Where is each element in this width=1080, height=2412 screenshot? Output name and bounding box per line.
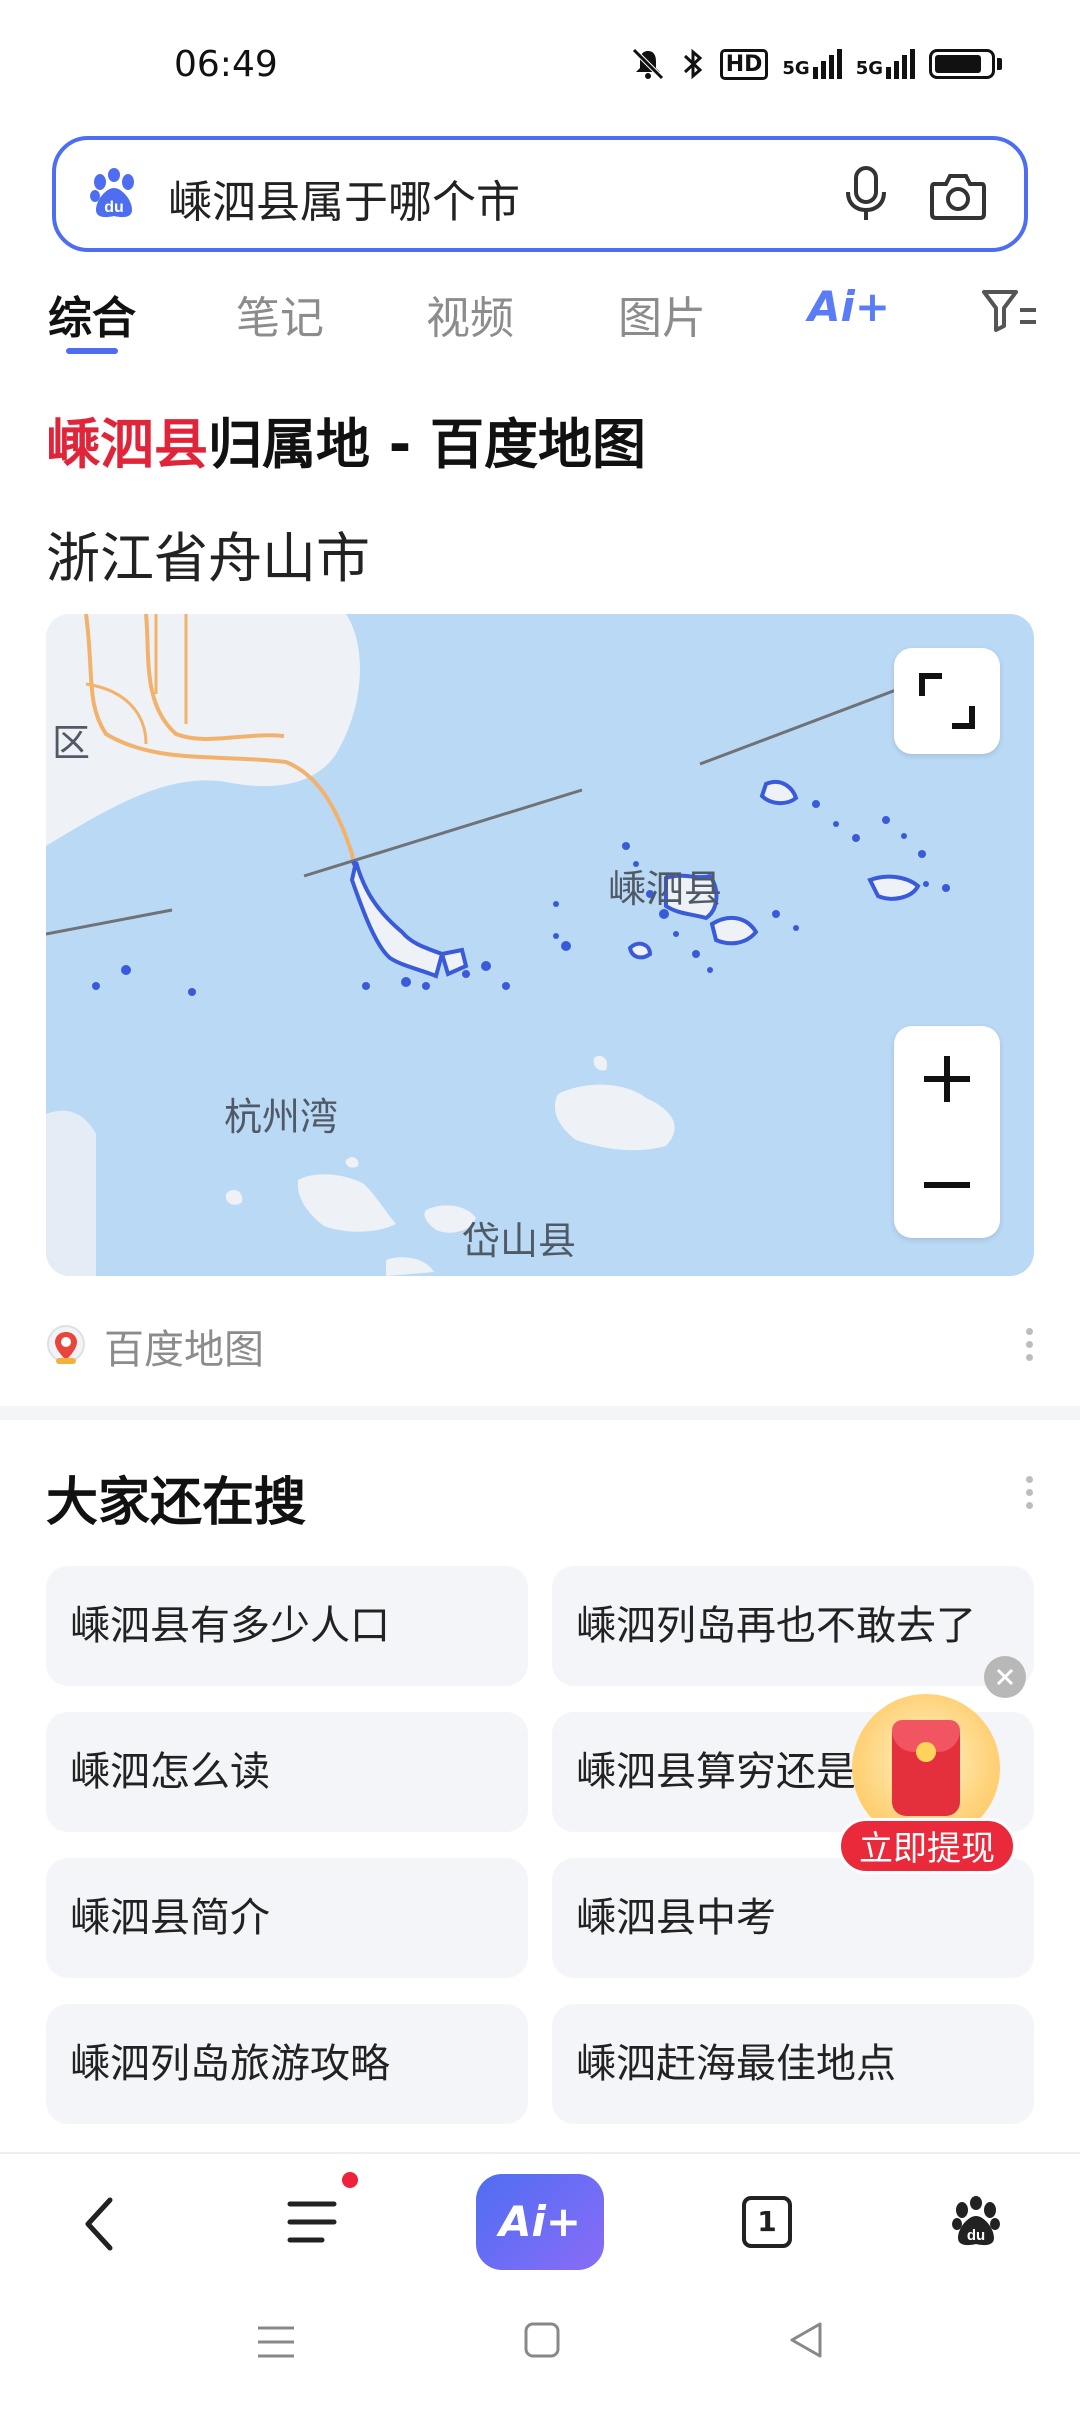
related-item[interactable]: 嵊泗赶海最佳地点 xyxy=(552,2004,1034,2124)
net-label: 5G xyxy=(855,58,883,79)
related-title: 大家还在搜 xyxy=(46,1473,307,1533)
related-item[interactable]: 嵊泗怎么读 xyxy=(46,1712,528,1832)
zoom-in-icon[interactable] xyxy=(894,1026,1000,1132)
result-more-icon[interactable] xyxy=(1026,1328,1034,1364)
related-item[interactable]: 嵊泗县有多少人口 xyxy=(46,1566,528,1686)
baidu-home-icon[interactable]: du xyxy=(948,2194,1004,2250)
back-icon[interactable] xyxy=(80,2196,120,2252)
status-time: 06:49 xyxy=(174,44,278,85)
map-label-daishan: 岱山县 xyxy=(462,1219,577,1263)
status-icons: HD 5G 5G xyxy=(630,46,1002,82)
baidu-map-icon xyxy=(47,1325,85,1364)
tab-active-indicator xyxy=(66,348,118,354)
notification-dot xyxy=(342,2172,358,2188)
hd-icon: HD xyxy=(719,48,769,80)
result-source[interactable]: 百度地图 xyxy=(46,1318,264,1374)
related-item[interactable]: 嵊泗县简介 xyxy=(46,1858,528,1978)
svg-text:du: du xyxy=(967,2227,985,2244)
map-zoom-controls xyxy=(894,1026,1000,1238)
related-more-icon[interactable] xyxy=(1026,1476,1034,1512)
system-nav-bar xyxy=(0,2282,1080,2412)
battery-icon xyxy=(929,49,995,79)
tab-images[interactable]: 图片 xyxy=(618,282,706,346)
map-canvas xyxy=(46,614,950,1276)
search-input[interactable]: 嵊泗县属于哪个市 xyxy=(168,166,520,230)
section-divider xyxy=(0,1406,1080,1420)
mute-icon xyxy=(631,48,664,80)
fullscreen-icon xyxy=(919,673,975,729)
tab-notes[interactable]: 笔记 xyxy=(236,282,324,346)
tab-video[interactable]: 视频 xyxy=(426,282,514,346)
search-box[interactable]: du 嵊泗县属于哪个市 xyxy=(52,136,1028,252)
net-label: 5G xyxy=(782,58,810,79)
map-label-bay: 杭州湾 xyxy=(224,1095,339,1139)
signal-5g-icon: 5G xyxy=(856,49,915,79)
menu-icon[interactable] xyxy=(286,2198,338,2246)
related-item[interactable]: 嵊泗列岛再也不敢去了 xyxy=(552,1566,1034,1686)
float-close-button[interactable] xyxy=(984,1656,1026,1698)
withdraw-button[interactable]: 立即提现 xyxy=(838,1818,1016,1874)
system-menu-icon[interactable] xyxy=(256,2322,296,2362)
map-label-district: 区 xyxy=(52,721,91,765)
bottom-nav: Ai+ 1 du xyxy=(0,2152,1080,2282)
baidu-paw-icon: du xyxy=(90,168,134,218)
camera-icon[interactable] xyxy=(928,170,988,222)
bluetooth-icon xyxy=(683,48,702,80)
close-icon xyxy=(996,1668,1014,1686)
search-tabs: 综合 笔记 视频 图片 Ai+ xyxy=(0,272,1080,362)
tab-all[interactable]: 综合 xyxy=(48,282,136,346)
ai-assistant-button[interactable]: Ai+ xyxy=(476,2174,604,2270)
related-item[interactable]: 嵊泗列岛旅游攻略 xyxy=(46,2004,528,2124)
map-label-county: 嵊泗县 xyxy=(608,867,723,911)
map-fullscreen-button[interactable] xyxy=(894,648,1000,754)
system-back-icon[interactable] xyxy=(786,2320,826,2360)
result-title-rest: 归属地 - 百度地图 xyxy=(208,413,647,476)
result-title-highlight: 嵊泗县 xyxy=(46,413,208,476)
map-view[interactable]: 区 嵊泗县 杭州湾 岱山县 xyxy=(46,614,1034,1276)
status-bar: 06:49 HD 5G 5G xyxy=(0,0,1080,130)
source-name: 百度地图 xyxy=(104,1327,264,1373)
zoom-out-icon[interactable] xyxy=(894,1132,1000,1238)
battery-tip xyxy=(997,58,1002,70)
result-title[interactable]: 嵊泗县归属地 - 百度地图 xyxy=(46,400,646,479)
filter-icon[interactable] xyxy=(980,286,1040,334)
system-home-icon[interactable] xyxy=(522,2320,562,2360)
microphone-icon[interactable] xyxy=(838,164,894,224)
tabs-count-button[interactable]: 1 xyxy=(742,2196,792,2248)
tab-ai[interactable]: Ai+ xyxy=(808,282,890,331)
result-answer: 浙江省舟山市 xyxy=(46,527,370,590)
signal-5g-icon: 5G xyxy=(782,49,842,79)
svg-text:du: du xyxy=(104,199,124,216)
